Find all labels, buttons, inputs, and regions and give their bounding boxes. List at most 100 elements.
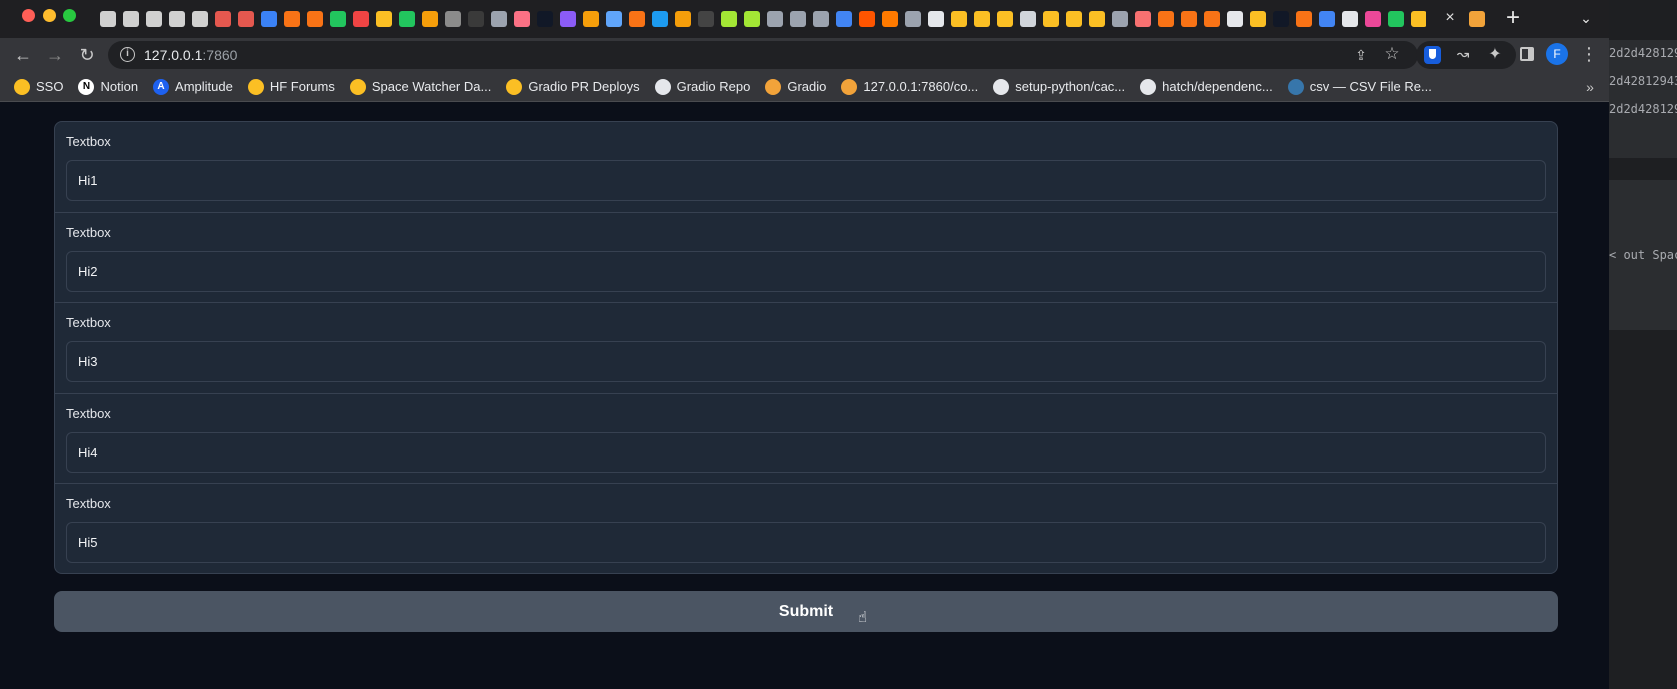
tab-favicon-icon[interactable] [697, 11, 714, 27]
tab-favicon-icon[interactable] [1364, 11, 1381, 27]
tab-favicon-icon[interactable] [1387, 11, 1404, 27]
tab-favicon-icon[interactable] [1318, 11, 1335, 27]
bookmark-item[interactable]: csv — CSV File Re... [1287, 77, 1432, 97]
bookmark-item[interactable]: SSO [14, 77, 63, 97]
tab-favicon-icon[interactable] [1019, 11, 1036, 27]
tab-favicon-icon[interactable] [1341, 11, 1358, 27]
new-tab-button[interactable]: + [1500, 5, 1526, 31]
tab-favicon-icon[interactable] [743, 11, 760, 27]
tab-favicon-icon[interactable] [1249, 11, 1266, 27]
terminal-line: 2d2d428129 [1609, 102, 1677, 116]
tab-favicon-icon[interactable] [927, 11, 944, 27]
tab-favicon-icon[interactable] [1180, 11, 1197, 27]
tab-favicon-icon[interactable] [513, 11, 530, 27]
reload-button[interactable]: ↻ [74, 42, 100, 68]
textbox-input[interactable] [66, 250, 1546, 292]
window-zoom-button[interactable] [63, 9, 76, 22]
tab-favicon-icon[interactable] [99, 11, 116, 27]
tab-favicon-icon[interactable] [973, 11, 990, 27]
bookmark-item[interactable]: Gradio Repo [654, 77, 750, 97]
tab-favicon-icon[interactable] [444, 11, 461, 27]
tab-favicon-icon[interactable] [1042, 11, 1059, 27]
extensions-puzzle-icon[interactable]: ✦ [1484, 44, 1506, 66]
tab-favicon-icon[interactable] [789, 11, 806, 27]
tab-favicon-icon[interactable] [145, 11, 162, 27]
tab-favicon-icon[interactable] [1088, 11, 1105, 27]
tab-favicon-icon[interactable] [904, 11, 921, 27]
tab-favicon-icon[interactable] [375, 11, 392, 27]
tab-favicon-icon[interactable] [950, 11, 967, 27]
side-panel-icon[interactable] [1520, 47, 1534, 61]
bookmark-item[interactable]: A Amplitude [153, 77, 233, 97]
tab-favicon-icon[interactable] [651, 11, 668, 27]
tab-favicon-icon[interactable] [352, 11, 369, 27]
browser-menu-icon[interactable]: ⋮ [1580, 43, 1598, 65]
tab-favicon-icon[interactable] [1272, 11, 1289, 27]
tab-favicon-icon[interactable] [214, 11, 231, 27]
bookmark-item[interactable]: HF Forums [247, 77, 335, 97]
forward-button[interactable]: → [42, 42, 68, 68]
tab-favicon-icon[interactable] [467, 11, 484, 27]
textbox-input[interactable] [66, 341, 1546, 382]
bookmark-item[interactable]: 127.0.0.1:7860/co... [841, 77, 978, 97]
tab-favicon-icon[interactable] [628, 11, 645, 27]
tab-favicon-icon[interactable] [1226, 11, 1243, 27]
tab-favicon-icon[interactable] [329, 11, 346, 27]
tab-favicon-icon[interactable] [674, 11, 691, 27]
bookmark-star-icon[interactable]: ☆ [1382, 44, 1402, 64]
tab-favicon-icon[interactable] [1134, 11, 1151, 27]
tab-favicon-icon[interactable] [605, 11, 622, 27]
tab-favicon-icon[interactable] [283, 11, 300, 27]
tab-favicon-icon[interactable] [996, 11, 1013, 27]
tab-favicon-icon[interactable] [559, 11, 576, 27]
bookmarks-overflow-icon[interactable]: » [1580, 77, 1600, 97]
address-bar[interactable]: i 127.0.0.1:7860 ⇪ ☆ [108, 41, 1418, 69]
bookmark-item[interactable]: setup-python/cac... [993, 77, 1125, 97]
tab-favicon-icon[interactable] [122, 11, 139, 27]
tab-favicon-icon[interactable] [1111, 11, 1128, 27]
tab-favicon-icon[interactable] [1065, 11, 1082, 27]
bookmark-item[interactable]: Gradio PR Deploys [506, 77, 640, 97]
gradio-tab-icon[interactable] [1469, 11, 1485, 27]
tab-favicon-icon[interactable] [398, 11, 415, 27]
tab-favicon-icon[interactable] [536, 11, 553, 27]
tab-close-icon[interactable]: × [1440, 8, 1460, 28]
tab-favicon-icon[interactable] [881, 11, 898, 27]
back-button[interactable]: ← [10, 42, 36, 68]
tab-favicon-icon[interactable] [1157, 11, 1174, 27]
url-text[interactable]: 127.0.0.1:7860 [144, 46, 237, 64]
tab-favicon-icon[interactable] [191, 11, 208, 27]
bitwarden-icon[interactable] [1424, 46, 1441, 64]
tab-favicon-icon[interactable] [835, 11, 852, 27]
bookmark-label: HF Forums [269, 79, 335, 94]
tab-favicon-icon[interactable] [1203, 11, 1220, 27]
bookmark-item[interactable]: N Notion [78, 77, 138, 97]
site-info-icon[interactable]: i [120, 47, 135, 62]
submit-button[interactable]: Submit [54, 591, 1558, 632]
bookmark-item[interactable]: hatch/dependenc... [1140, 77, 1273, 97]
tab-favicon-icon[interactable] [858, 11, 875, 27]
bookmark-item[interactable]: Gradio [765, 77, 826, 97]
window-close-button[interactable] [22, 9, 35, 22]
tab-favicon-icon[interactable] [720, 11, 737, 27]
tab-favicon-icon[interactable] [1410, 11, 1426, 27]
bookmark-item[interactable]: Space Watcher Da... [349, 77, 491, 97]
profile-avatar[interactable]: F [1546, 43, 1568, 65]
share-icon[interactable]: ⇪ [1351, 45, 1371, 65]
window-minimize-button[interactable] [43, 9, 56, 22]
tab-favicon-icon[interactable] [766, 11, 783, 27]
tab-favicon-icon[interactable] [812, 11, 829, 27]
extension-arrow-icon[interactable]: ↝ [1452, 44, 1474, 66]
tab-favicon-icon[interactable] [260, 11, 277, 27]
tab-favicon-icon[interactable] [421, 11, 438, 27]
tab-favicon-icon[interactable] [490, 11, 507, 27]
textbox-input[interactable] [66, 431, 1546, 473]
tab-favicon-icon[interactable] [1295, 11, 1312, 27]
tab-favicon-icon[interactable] [582, 11, 599, 27]
textbox-input[interactable] [66, 160, 1546, 201]
tab-favicon-icon[interactable] [237, 11, 254, 27]
tab-search-icon[interactable]: ⌄ [1575, 7, 1597, 29]
tab-favicon-icon[interactable] [306, 11, 323, 27]
textbox-input[interactable] [66, 522, 1546, 563]
tab-favicon-icon[interactable] [168, 11, 185, 27]
